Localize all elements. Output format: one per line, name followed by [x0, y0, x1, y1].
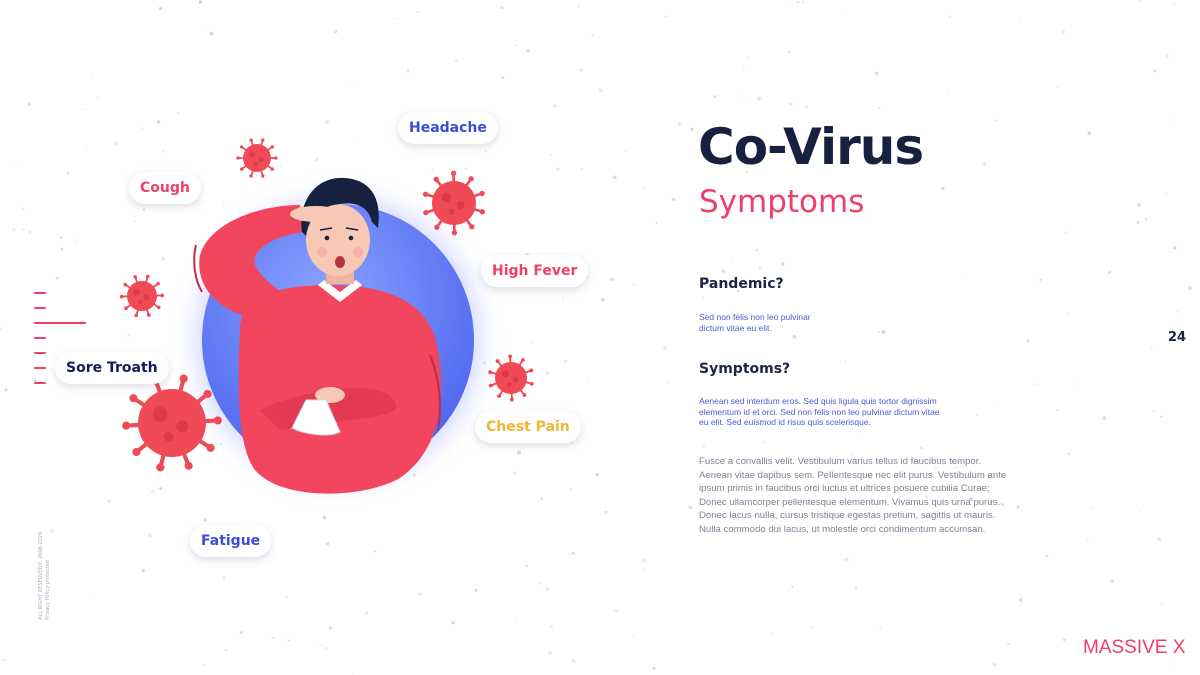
tag-headache: Headache — [398, 112, 498, 144]
sick-person-illustration — [119, 138, 534, 494]
brand-logo: MASSIVE X — [1083, 637, 1186, 658]
pandemic-text-line-1: Sed non felis non leo pulvinar — [699, 312, 811, 322]
tag-high-fever: High Fever — [481, 255, 589, 287]
body-paragraph: Fusce a convallis velit. Vestibulum vari… — [699, 456, 1007, 535]
tag-fatigue: Fatigue — [190, 525, 272, 557]
tag-cough: Cough — [129, 172, 201, 204]
virus-icon — [488, 354, 534, 402]
virus-icon — [236, 138, 278, 178]
symptoms-heading: Symptoms? — [699, 361, 791, 377]
tag-chest-pain: Chest Pain — [475, 411, 581, 443]
tag-sore-throat: Sore Troath — [55, 352, 169, 384]
symptoms-text-line-3: eu elit. Sed euismod id risus quis scele… — [699, 417, 871, 427]
symptoms-text-line-2: elementum id et orci. Sed non felis non … — [699, 406, 940, 417]
pandemic-text-line-2: dictum vitae eu elit. — [699, 322, 772, 333]
slide-title: Co-Virus — [698, 118, 924, 176]
symptoms-text-line-1: Aenean sed interdum eros. Sed quis ligul… — [699, 396, 937, 406]
virus-icon — [119, 274, 165, 318]
virus-icon — [422, 170, 486, 236]
pandemic-heading: Pandemic? — [699, 276, 784, 292]
page-number: 24 — [1168, 330, 1187, 345]
slide-subtitle: Symptoms — [699, 184, 865, 220]
